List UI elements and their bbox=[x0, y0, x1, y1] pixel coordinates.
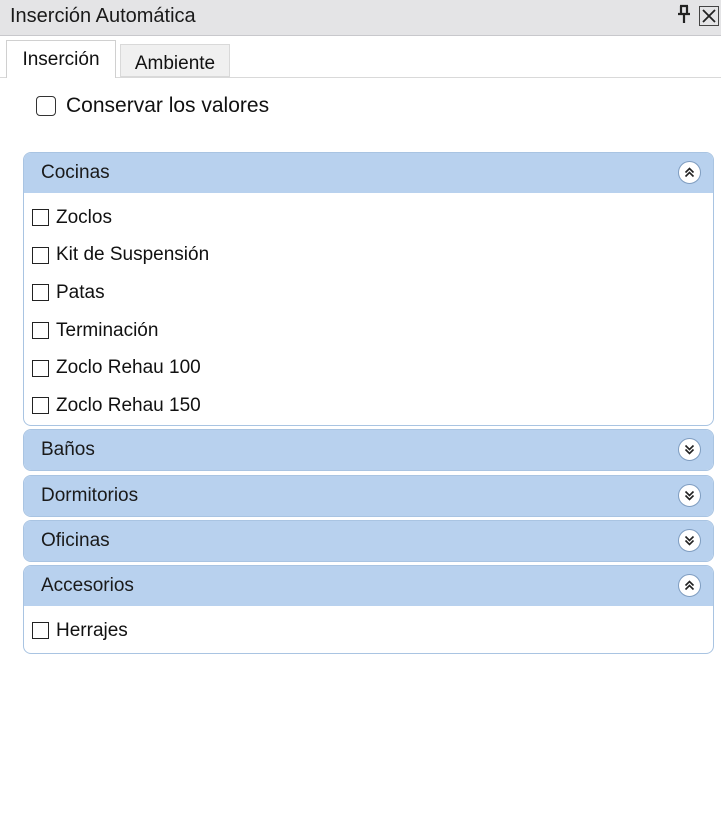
group-label: Accesorios bbox=[41, 575, 134, 596]
group-items: Zoclos Kit de Suspensión Patas Terminaci… bbox=[24, 193, 713, 425]
group-accesorios: Accesorios Herrajes bbox=[23, 565, 714, 654]
item-label: Herrajes bbox=[56, 619, 128, 641]
checkbox-box[interactable] bbox=[32, 397, 49, 415]
item-label: Patas bbox=[56, 281, 105, 303]
group-header-banos[interactable]: Baños bbox=[24, 430, 713, 470]
item-label: Zoclo Rehau 100 bbox=[56, 357, 201, 379]
checkbox-box[interactable] bbox=[32, 246, 49, 264]
item-label: Terminación bbox=[56, 319, 159, 341]
checkbox-box[interactable] bbox=[32, 622, 49, 640]
chevrons-up-icon[interactable] bbox=[678, 161, 701, 184]
group-header-oficinas[interactable]: Oficinas bbox=[24, 521, 713, 561]
keep-values-label: Conservar los valores bbox=[66, 94, 270, 117]
group-header-accesorios[interactable]: Accesorios bbox=[24, 566, 713, 606]
list-item[interactable]: Zoclo Rehau 100 bbox=[24, 349, 713, 387]
list-item[interactable]: Patas bbox=[24, 274, 713, 312]
keep-values-checkbox[interactable]: Conservar los valores bbox=[36, 94, 269, 118]
checkbox-box[interactable] bbox=[36, 96, 56, 116]
group-dormitorios: Dormitorios bbox=[23, 475, 714, 517]
checkbox-box[interactable] bbox=[32, 209, 49, 227]
list-item[interactable]: Kit de Suspensión bbox=[24, 237, 713, 275]
checkbox-box[interactable] bbox=[32, 322, 49, 340]
group-label: Oficinas bbox=[41, 530, 110, 551]
group-label: Baños bbox=[41, 439, 95, 460]
group-label: Dormitorios bbox=[41, 485, 139, 506]
checkbox-box[interactable] bbox=[32, 284, 49, 302]
group-banos: Baños bbox=[23, 429, 714, 471]
list-item[interactable]: Herrajes bbox=[24, 612, 713, 650]
list-item[interactable]: Zoclo Rehau 150 bbox=[24, 387, 713, 425]
list-item[interactable]: Terminación bbox=[24, 312, 713, 350]
panel-titlebar: Inserción Automática bbox=[0, 0, 721, 36]
item-label: Kit de Suspensión bbox=[56, 244, 210, 266]
chevrons-down-icon[interactable] bbox=[678, 529, 701, 552]
tab-ambiente[interactable]: Ambiente bbox=[120, 44, 230, 77]
list-item[interactable]: Zoclos bbox=[24, 199, 713, 237]
group-items: Herrajes bbox=[24, 606, 713, 650]
item-label: Zoclo Rehau 150 bbox=[56, 394, 201, 416]
chevrons-up-icon[interactable] bbox=[678, 574, 701, 597]
tab-strip: Inserción Ambiente bbox=[0, 36, 721, 78]
tab-insercion[interactable]: Inserción bbox=[6, 40, 116, 78]
chevrons-down-icon[interactable] bbox=[678, 438, 701, 461]
item-label: Zoclos bbox=[56, 206, 112, 228]
group-label: Cocinas bbox=[41, 162, 110, 183]
group-header-cocinas[interactable]: Cocinas bbox=[24, 153, 713, 193]
close-icon[interactable] bbox=[699, 6, 719, 26]
panel-title: Inserción Automática bbox=[10, 5, 196, 27]
group-header-dormitorios[interactable]: Dormitorios bbox=[24, 476, 713, 516]
checkbox-box[interactable] bbox=[32, 359, 49, 377]
chevrons-down-icon[interactable] bbox=[678, 484, 701, 507]
pin-icon[interactable] bbox=[677, 4, 691, 30]
group-oficinas: Oficinas bbox=[23, 520, 714, 562]
group-cocinas: Cocinas Zoclos Kit de Suspensión Patas T… bbox=[23, 152, 714, 426]
